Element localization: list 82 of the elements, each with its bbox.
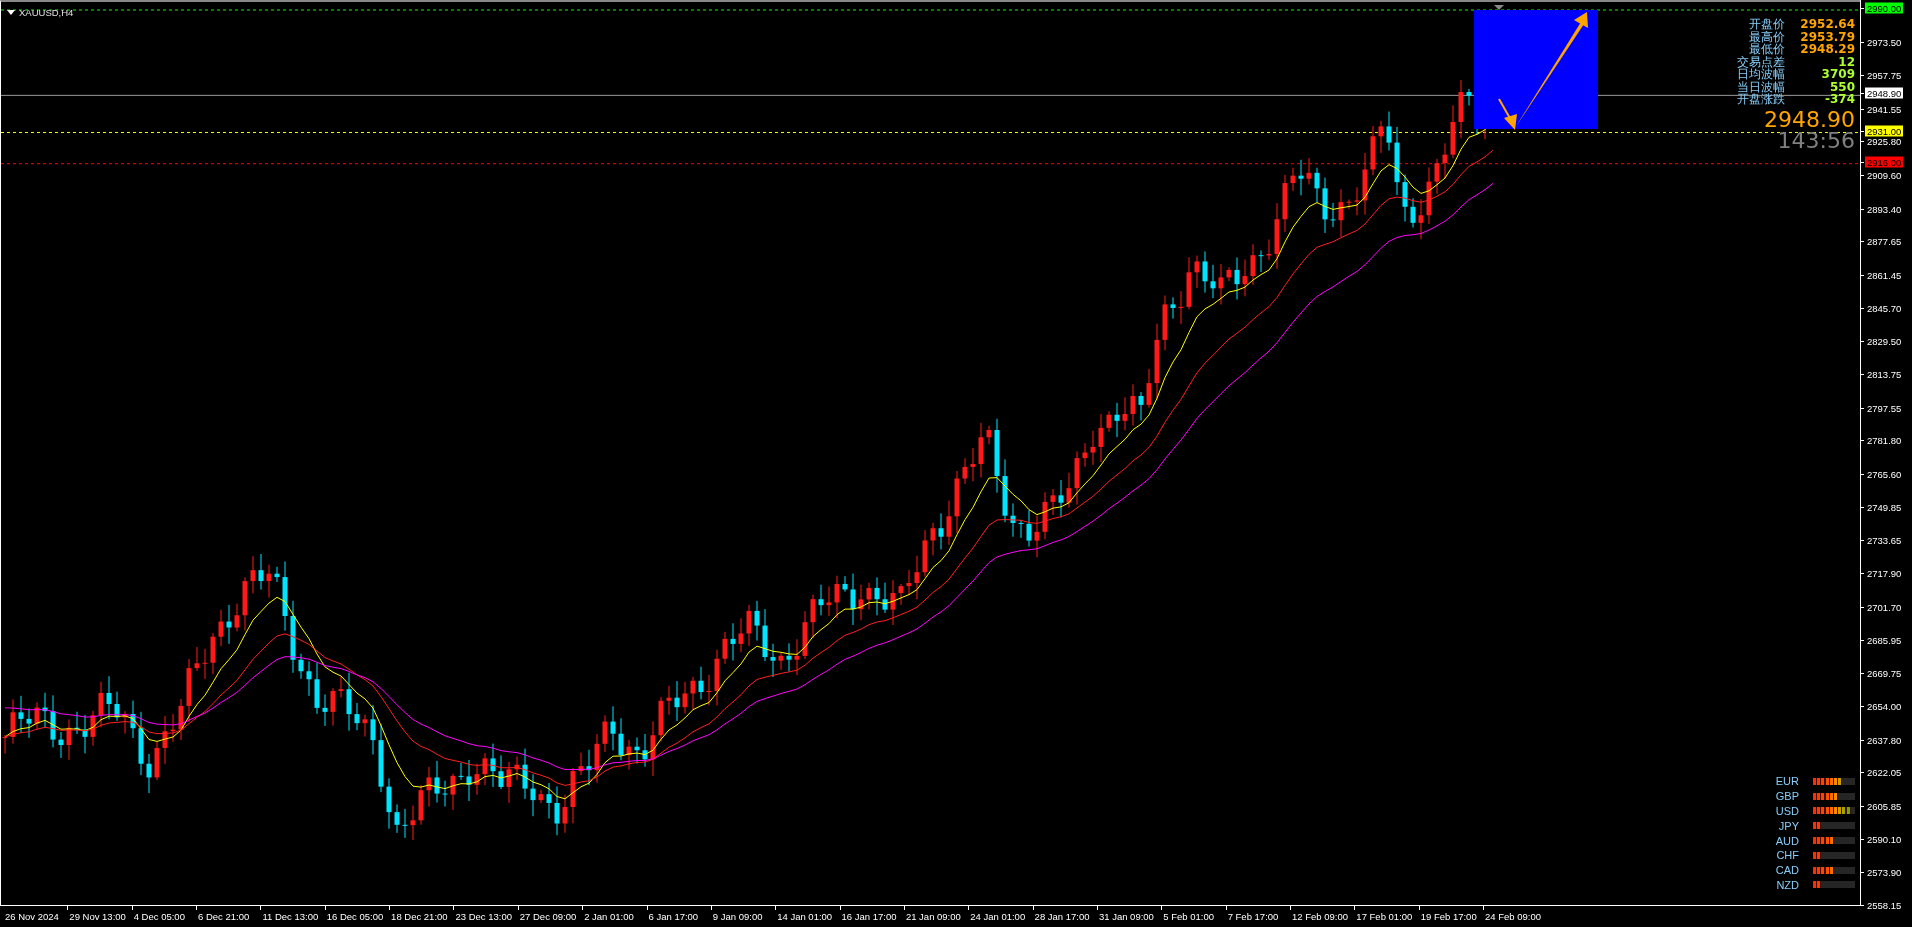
stat-value: 3709 (1821, 68, 1855, 81)
price-axis-label: 2590.10 (1866, 833, 1903, 845)
currency-label: AUD (1774, 834, 1799, 847)
time-axis-label: 9 Jan 09:00 (712, 911, 763, 922)
time-axis-label: 23 Dec 13:00 (455, 911, 512, 922)
price-axis-label: 2701.70 (1866, 601, 1903, 613)
stat-value: 2948.29 (1800, 43, 1855, 56)
dropdown-triangle-icon[interactable] (7, 10, 15, 15)
stat-value: -374 (1824, 93, 1855, 106)
time-axis-label: 26 Nov 2024 (5, 911, 59, 922)
price-axis-label: 2685.95 (1866, 634, 1903, 645)
stat-label: 日均波幅 (1737, 68, 1785, 81)
time-axis-label: 5 Feb 01:00 (1163, 911, 1214, 922)
currency-label: NZD (1775, 878, 1799, 891)
time-axis-label: 21 Jan 09:00 (905, 911, 961, 922)
time-axis-label: 17 Feb 01:00 (1356, 911, 1413, 922)
time-axis-label: 11 Dec 13:00 (262, 911, 319, 922)
price-axis-label: 2813.75 (1866, 368, 1903, 380)
price-axis-label: 2845.70 (1866, 302, 1903, 314)
stat-label: 最低价 (1749, 43, 1785, 56)
price-axis-label: 2861.45 (1866, 269, 1903, 281)
time-axis-label: 27 Dec 09:00 (519, 911, 577, 922)
price-axis-label: 2605.85 (1866, 800, 1903, 812)
price-axis-label: 2941.55 (1866, 103, 1903, 115)
currency-label: GBP (1774, 790, 1799, 803)
time-axis-label: 28 Jan 17:00 (1034, 911, 1090, 922)
time-axis-label: 6 Dec 21:00 (198, 911, 250, 922)
time-axis-label: 4 Dec 05:00 (133, 911, 185, 922)
price-axis-label: 2893.40 (1866, 203, 1903, 215)
price-level-tag: 2931.00 (1865, 125, 1904, 137)
current-price: 2948.90 (1763, 108, 1855, 131)
price-axis-label: 2973.50 (1866, 36, 1903, 48)
stat-value: 550 (1829, 80, 1855, 93)
time-axis-label: 2 Jan 01:00 (584, 911, 634, 922)
stat-value: 12 (1838, 55, 1855, 68)
time-axis-label: 14 Jan 01:00 (777, 911, 833, 922)
currency-label: CAD (1774, 864, 1799, 877)
time-axis-label: 7 Feb 17:00 (1227, 911, 1279, 922)
price-axis-label: 2925.80 (1866, 135, 1903, 147)
time-axis-label: 16 Jan 17:00 (841, 911, 897, 922)
price-axis-label: 2829.50 (1866, 335, 1903, 347)
stat-value: 2953.79 (1800, 30, 1855, 43)
currency-label: USD (1774, 805, 1799, 817)
time-axis-label: 24 Jan 01:00 (970, 911, 1026, 922)
time-axis-label: 16 Dec 05:00 (326, 911, 384, 922)
stat-label: 开盘涨跌 (1737, 93, 1785, 106)
stat-label: 当日波幅 (1737, 80, 1785, 93)
price-axis-label: 2733.65 (1866, 534, 1903, 546)
stat-label: 最高价 (1749, 30, 1785, 43)
bid-price-tag: 2948.90 (1865, 87, 1904, 99)
currency-label: EUR (1774, 775, 1799, 788)
time-axis-label: 24 Feb 09:00 (1485, 911, 1542, 922)
bar-countdown: 143:56 (1776, 130, 1855, 151)
currency-label: JPY (1777, 819, 1799, 832)
price-axis-label: 2749.85 (1866, 501, 1903, 513)
price-axis-label: 2909.60 (1866, 169, 1903, 181)
price-level-tag: 2990.00 (1865, 2, 1904, 14)
stat-label: 开盘价 (1749, 18, 1785, 31)
price-axis-label: 2877.65 (1866, 235, 1903, 247)
time-axis-label: 18 Dec 21:00 (391, 911, 448, 922)
price-level-tag: 2916.00 (1865, 156, 1904, 168)
stat-value: 2952.64 (1800, 18, 1855, 31)
stat-label: 交易点差 (1737, 55, 1785, 68)
price-axis-label: 2957.75 (1866, 69, 1903, 81)
price-axis-label: 2637.80 (1866, 734, 1903, 745)
price-axis-label: 2573.90 (1866, 866, 1903, 878)
time-axis-label: 6 Jan 17:00 (648, 911, 699, 922)
price-axis-label: 2797.55 (1866, 402, 1903, 414)
time-axis-label: 31 Jan 09:00 (1098, 911, 1154, 922)
price-axis-label: 2622.05 (1866, 766, 1903, 778)
time-axis-label: 19 Feb 17:00 (1420, 911, 1477, 922)
price-axis-label: 2781.80 (1866, 434, 1903, 446)
time-axis-label: 29 Nov 13:00 (69, 911, 126, 922)
down-arrow-drawing (1498, 98, 1517, 130)
price-axis-label: 2558.15 (1866, 899, 1903, 911)
price-axis-label: 2669.75 (1866, 667, 1903, 679)
price-axis-label: 2654.00 (1866, 700, 1903, 712)
price-axis-label: 2765.60 (1866, 468, 1903, 480)
currency-label: CHF (1775, 849, 1799, 862)
price-axis-label: 2717.90 (1866, 567, 1903, 579)
chart-symbol: XAUUSD,H4 (19, 7, 74, 18)
time-axis-label: 12 Feb 09:00 (1292, 911, 1348, 922)
